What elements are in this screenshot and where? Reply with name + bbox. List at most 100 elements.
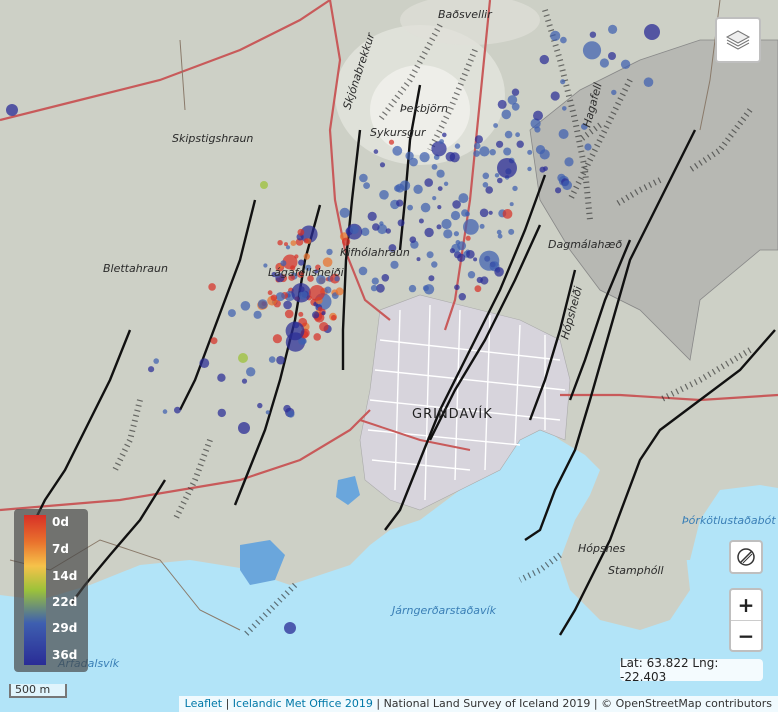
earthquake-marker[interactable] xyxy=(199,358,210,368)
earthquake-marker[interactable] xyxy=(443,229,453,239)
earthquake-marker[interactable] xyxy=(174,406,181,414)
earthquake-marker[interactable] xyxy=(409,236,417,243)
earthquake-marker[interactable] xyxy=(379,162,386,168)
earthquake-marker[interactable] xyxy=(644,24,660,40)
earthquake-marker[interactable] xyxy=(359,173,368,183)
earthquake-marker[interactable] xyxy=(240,301,251,311)
earthquake-marker[interactable] xyxy=(424,178,434,187)
earthquake-marker[interactable] xyxy=(467,271,476,279)
earthquake-marker[interactable] xyxy=(270,294,278,301)
earthquake-marker[interactable] xyxy=(439,139,444,144)
earthquake-marker[interactable] xyxy=(599,58,610,68)
earthquake-marker[interactable] xyxy=(265,410,270,415)
earthquake-marker[interactable] xyxy=(416,257,421,262)
earthquake-marker[interactable] xyxy=(493,123,498,128)
earthquake-marker[interactable] xyxy=(342,237,351,246)
earthquake-marker[interactable] xyxy=(241,378,248,384)
earthquake-marker[interactable] xyxy=(511,88,520,96)
earthquake-marker[interactable] xyxy=(290,240,297,247)
earthquake-marker[interactable] xyxy=(441,218,452,230)
earthquake-marker[interactable] xyxy=(408,284,417,293)
earthquake-marker[interactable] xyxy=(303,238,309,244)
earthquake-marker[interactable] xyxy=(432,196,437,201)
earthquake-marker[interactable] xyxy=(284,622,296,634)
earthquake-marker[interactable] xyxy=(474,285,482,293)
earthquake-marker[interactable] xyxy=(562,106,567,111)
earthquake-marker[interactable] xyxy=(539,54,549,65)
earthquake-marker[interactable] xyxy=(473,142,481,150)
earthquake-marker[interactable] xyxy=(238,422,250,434)
earthquake-marker[interactable] xyxy=(253,310,262,319)
earthquake-marker[interactable] xyxy=(509,202,514,207)
earthquake-marker[interactable] xyxy=(363,182,370,190)
earthquake-marker[interactable] xyxy=(496,229,502,235)
earthquake-marker[interactable] xyxy=(285,245,291,250)
draw-control-button[interactable] xyxy=(729,540,763,574)
earthquake-marker[interactable] xyxy=(162,409,168,414)
earthquake-marker[interactable] xyxy=(217,373,226,382)
earthquake-marker[interactable] xyxy=(297,228,305,236)
earthquake-marker[interactable] xyxy=(550,91,560,101)
earthquake-marker[interactable] xyxy=(309,285,325,301)
zoom-in-button[interactable]: + xyxy=(731,590,761,620)
earthquake-marker[interactable] xyxy=(516,140,524,148)
earthquake-marker[interactable] xyxy=(458,293,466,301)
earthquake-marker[interactable] xyxy=(283,300,292,310)
earthquake-marker[interactable] xyxy=(479,223,485,229)
earthquake-marker[interactable] xyxy=(426,251,434,259)
earthquake-marker[interactable] xyxy=(458,193,469,204)
leaflet-link[interactable]: Leaflet xyxy=(185,697,222,710)
earthquake-marker[interactable] xyxy=(371,277,379,285)
earthquake-marker[interactable] xyxy=(515,132,520,138)
earthquake-marker[interactable] xyxy=(331,314,337,321)
earthquake-marker[interactable] xyxy=(476,276,483,284)
earthquake-marker[interactable] xyxy=(268,356,276,363)
earthquake-marker[interactable] xyxy=(385,228,391,234)
earthquake-marker[interactable] xyxy=(527,166,532,172)
earthquake-marker[interactable] xyxy=(298,311,304,317)
earthquake-marker[interactable] xyxy=(263,263,268,268)
earthquake-marker[interactable] xyxy=(372,223,380,231)
earthquake-marker[interactable] xyxy=(148,366,155,373)
earthquake-marker[interactable] xyxy=(396,199,404,207)
earthquake-marker[interactable] xyxy=(643,77,654,87)
earthquake-marker[interactable] xyxy=(437,186,443,192)
earthquake-marker[interactable] xyxy=(272,334,282,344)
earthquake-marker[interactable] xyxy=(392,145,403,156)
earthquake-marker[interactable] xyxy=(294,254,299,259)
earthquake-marker[interactable] xyxy=(276,355,285,365)
earthquake-marker[interactable] xyxy=(473,257,478,262)
earthquake-marker[interactable] xyxy=(422,285,429,292)
earthquake-marker[interactable] xyxy=(582,41,602,60)
earthquake-marker[interactable] xyxy=(431,141,447,157)
earthquake-marker[interactable] xyxy=(479,208,489,218)
earthquake-marker[interactable] xyxy=(497,158,517,178)
earthquake-marker[interactable] xyxy=(246,367,256,377)
earthquake-marker[interactable] xyxy=(555,187,562,194)
earthquake-marker[interactable] xyxy=(379,190,389,200)
earthquake-marker[interactable] xyxy=(397,219,405,227)
imo-link[interactable]: Icelandic Met Office 2019 xyxy=(233,697,373,710)
earthquake-marker[interactable] xyxy=(217,408,226,418)
earthquake-marker[interactable] xyxy=(381,274,390,282)
earthquake-marker[interactable] xyxy=(260,181,268,189)
earthquake-marker[interactable] xyxy=(485,186,494,194)
earthquake-marker[interactable] xyxy=(482,172,490,180)
earthquake-marker[interactable] xyxy=(275,292,285,302)
earthquake-marker[interactable] xyxy=(445,151,456,162)
earthquake-marker[interactable] xyxy=(504,130,513,139)
earthquake-marker[interactable] xyxy=(512,185,518,192)
earthquake-marker[interactable] xyxy=(257,402,263,409)
earthquake-marker[interactable] xyxy=(560,79,566,85)
earthquake-marker[interactable] xyxy=(303,253,310,260)
earthquake-marker[interactable] xyxy=(511,102,520,111)
earthquake-marker[interactable] xyxy=(324,286,332,294)
earthquake-marker[interactable] xyxy=(539,149,550,160)
earthquake-marker[interactable] xyxy=(428,275,435,282)
earthquake-marker[interactable] xyxy=(497,99,507,109)
earthquake-marker[interactable] xyxy=(227,309,236,318)
earthquake-marker[interactable] xyxy=(560,36,567,44)
earthquake-marker[interactable] xyxy=(466,250,475,259)
earthquake-marker[interactable] xyxy=(489,149,496,156)
earthquake-marker[interactable] xyxy=(450,210,461,221)
